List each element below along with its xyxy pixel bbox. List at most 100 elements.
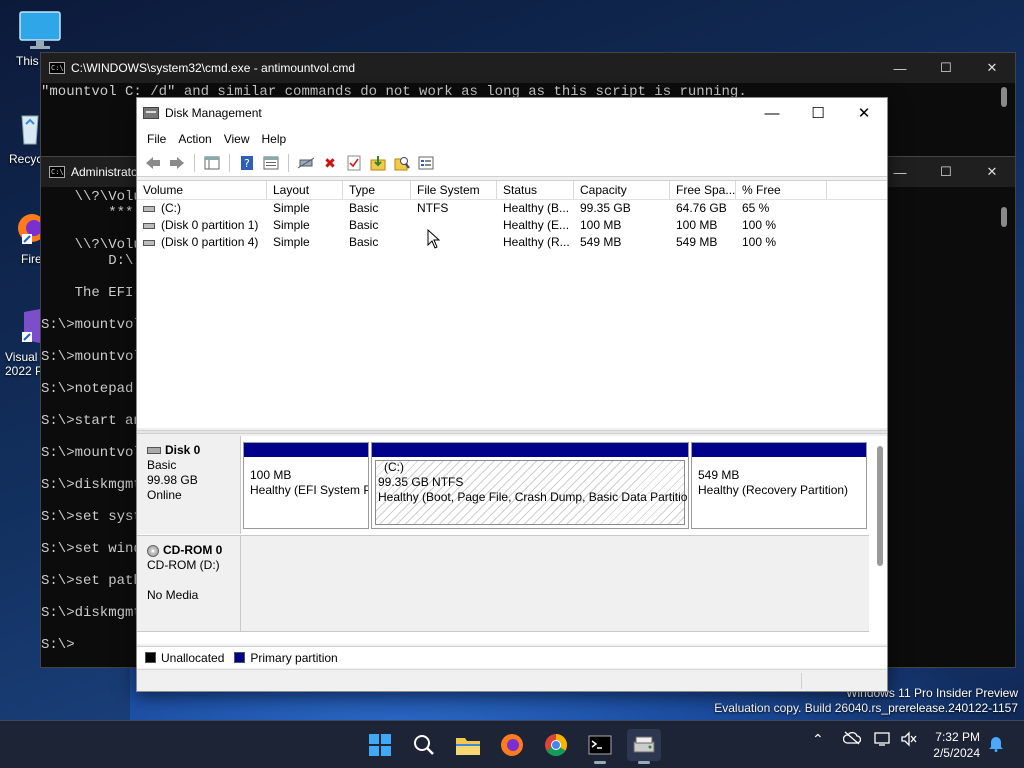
cell-volume-text: (Disk 0 partition 4) bbox=[161, 235, 259, 249]
minimize-button[interactable]: — bbox=[749, 98, 795, 128]
table-row[interactable]: (Disk 0 partition 1) Simple Basic Health… bbox=[137, 217, 887, 234]
maximize-button[interactable]: ☐ bbox=[795, 98, 841, 128]
partition-status: Healthy (EFI System P bbox=[250, 483, 368, 497]
disk-row-disk-0[interactable]: Disk 0 Basic 99.98 GB Online 100 MB Heal… bbox=[137, 436, 869, 534]
clock-date: 2/5/2024 bbox=[933, 746, 980, 760]
legend-swatch-unallocated bbox=[145, 652, 156, 663]
toolbar: ? ✖ bbox=[137, 150, 887, 177]
cell-volume: (C:) bbox=[137, 200, 267, 217]
help-icon[interactable]: ? bbox=[237, 153, 257, 173]
cell-free-space: 100 MB bbox=[676, 218, 718, 232]
notification-bell-icon[interactable] bbox=[988, 734, 1004, 755]
column-status[interactable]: Status bbox=[497, 181, 574, 199]
cell-file-system: NTFS bbox=[417, 201, 449, 215]
chrome-button[interactable] bbox=[539, 729, 573, 761]
cmd-icon: C:\ bbox=[49, 166, 65, 178]
volume-list[interactable]: Volume Layout Type File System Status Ca… bbox=[137, 180, 887, 428]
close-button[interactable]: ✕ bbox=[969, 157, 1015, 187]
column-type[interactable]: Type bbox=[343, 181, 411, 199]
network-icon[interactable] bbox=[874, 731, 892, 750]
graph-divider bbox=[137, 631, 869, 632]
column-free-space[interactable]: Free Spa... bbox=[670, 181, 736, 199]
disk-management-window[interactable]: Disk Management — ☐ ✕ File Action View H… bbox=[136, 97, 888, 692]
cdrom-0-label[interactable]: CD-ROM 0 CD-ROM (D:) No Media bbox=[137, 536, 241, 632]
onedrive-offline-icon[interactable] bbox=[842, 731, 862, 748]
start-button[interactable] bbox=[363, 729, 397, 761]
cell-capacity: 100 MB bbox=[580, 218, 622, 232]
close-button[interactable]: ✕ bbox=[969, 53, 1015, 83]
disk-state: Online bbox=[147, 488, 182, 502]
partition-efi[interactable]: 100 MB Healthy (EFI System P bbox=[243, 442, 369, 529]
legend-label-primary: Primary partition bbox=[250, 650, 338, 665]
table-row[interactable]: (Disk 0 partition 4) Simple Basic Health… bbox=[137, 234, 887, 251]
console-tree-icon[interactable] bbox=[202, 153, 222, 173]
primary-partition-bar bbox=[372, 443, 688, 457]
cmd-icon: C:\ bbox=[49, 62, 65, 74]
close-button[interactable]: ✕ bbox=[841, 98, 887, 128]
disk-management-button[interactable] bbox=[627, 729, 661, 764]
check-icon[interactable] bbox=[344, 153, 364, 173]
menu-action[interactable]: Action bbox=[172, 132, 217, 146]
import-icon[interactable] bbox=[368, 153, 388, 173]
firefox-button[interactable] bbox=[495, 729, 529, 761]
cell-volume-text: (Disk 0 partition 1) bbox=[161, 218, 259, 232]
volume-icon bbox=[143, 239, 155, 246]
partition-recovery[interactable]: 549 MB Healthy (Recovery Partition) bbox=[691, 442, 867, 529]
connect-icon[interactable] bbox=[296, 153, 316, 173]
forward-icon[interactable] bbox=[167, 153, 187, 173]
volume-muted-icon[interactable] bbox=[900, 731, 918, 750]
taskbar: ⌃ 7:32 PM 2/5/2024 bbox=[0, 720, 1024, 768]
dm-titlebar[interactable]: Disk Management — ☐ ✕ bbox=[137, 98, 887, 128]
disk-state: No Media bbox=[147, 588, 199, 602]
column-layout[interactable]: Layout bbox=[267, 181, 343, 199]
column-capacity[interactable]: Capacity bbox=[574, 181, 670, 199]
disk-graphical-view[interactable]: Disk 0 Basic 99.98 GB Online 100 MB Heal… bbox=[137, 436, 887, 644]
disk-0-label[interactable]: Disk 0 Basic 99.98 GB Online bbox=[137, 436, 241, 534]
partition-size: 99.35 GB NTFS bbox=[378, 475, 464, 489]
maximize-button[interactable]: ☐ bbox=[923, 53, 969, 83]
list-icon[interactable] bbox=[416, 153, 436, 173]
column-file-system[interactable]: File System bbox=[411, 181, 497, 199]
cell-type: Basic bbox=[349, 218, 379, 232]
console-titlebar[interactable]: C:\ C:\WINDOWS\system32\cmd.exe - antimo… bbox=[41, 53, 1015, 83]
disk-row-cdrom-0[interactable]: CD-ROM 0 CD-ROM (D:) No Media bbox=[137, 535, 869, 632]
disk-name: Disk 0 bbox=[165, 443, 201, 457]
menu-bar: File Action View Help bbox=[137, 128, 887, 150]
clock-time: 7:32 PM bbox=[935, 730, 980, 744]
volume-list-header: Volume Layout Type File System Status Ca… bbox=[137, 181, 887, 200]
menu-view[interactable]: View bbox=[218, 132, 256, 146]
clock[interactable]: 7:32 PM 2/5/2024 bbox=[930, 729, 980, 761]
menu-file[interactable]: File bbox=[141, 132, 172, 146]
table-row[interactable]: (C:) Simple Basic NTFS Healthy (B... 99.… bbox=[137, 200, 887, 217]
console-scrollbar[interactable] bbox=[1001, 207, 1007, 227]
chevron-up-icon[interactable]: ⌃ bbox=[812, 731, 824, 748]
cell-percent-free: 100 % bbox=[742, 218, 777, 232]
graph-scrollbar[interactable] bbox=[877, 446, 883, 566]
maximize-button[interactable]: ☐ bbox=[923, 157, 969, 187]
delete-icon[interactable]: ✖ bbox=[320, 153, 340, 173]
console-scrollbar[interactable] bbox=[1001, 87, 1007, 107]
file-explorer-button[interactable] bbox=[451, 729, 485, 761]
partition-c[interactable]: (C:) 99.35 GB NTFS Healthy (Boot, Page F… bbox=[371, 442, 689, 529]
legend: Unallocated Primary partition bbox=[137, 646, 887, 668]
disk-icon bbox=[147, 447, 161, 455]
disk-size: 99.98 GB bbox=[147, 473, 198, 487]
pane-splitter[interactable] bbox=[137, 430, 887, 434]
start-icon bbox=[369, 734, 391, 756]
cell-layout: Simple bbox=[273, 235, 310, 249]
minimize-button[interactable]: — bbox=[877, 53, 923, 83]
file-explorer-icon bbox=[456, 738, 480, 755]
terminal-button[interactable] bbox=[583, 729, 617, 764]
toolbar-separator bbox=[194, 154, 195, 172]
properties-icon[interactable] bbox=[261, 153, 281, 173]
status-bar bbox=[137, 669, 887, 691]
column-volume[interactable]: Volume bbox=[137, 181, 267, 199]
search-icon[interactable] bbox=[392, 153, 412, 173]
disk-management-icon bbox=[143, 107, 159, 119]
menu-help[interactable]: Help bbox=[256, 132, 293, 146]
partition-status: Healthy (Boot, Page File, Crash Dump, Ba… bbox=[378, 490, 688, 504]
search-button[interactable] bbox=[407, 729, 441, 761]
toolbar-separator bbox=[229, 154, 230, 172]
column-percent-free[interactable]: % Free bbox=[736, 181, 827, 199]
back-icon[interactable] bbox=[143, 153, 163, 173]
